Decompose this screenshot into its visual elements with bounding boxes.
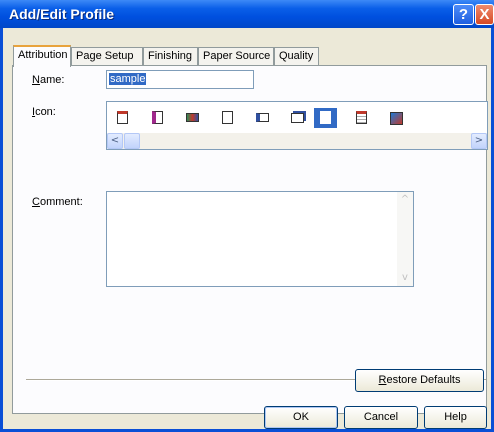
tab-attribution[interactable]: Attribution: [13, 45, 71, 67]
multi-page-icon[interactable]: [251, 108, 274, 128]
color-page-icon[interactable]: [181, 108, 204, 128]
scroll-up-icon[interactable]: ^: [397, 192, 413, 208]
icon-label: Icon:: [32, 106, 56, 118]
tab-paper-source[interactable]: Paper Source: [198, 47, 274, 65]
a4-page-icon[interactable]: [314, 108, 337, 128]
text-page-icon[interactable]: [350, 108, 373, 128]
scroll-thumb[interactable]: [124, 133, 140, 149]
color-graphic-icon[interactable]: [385, 108, 408, 128]
scroll-right-icon[interactable]: >: [471, 133, 487, 149]
name-input-value: sample: [109, 73, 147, 85]
name-input[interactable]: sample: [106, 70, 254, 89]
icon-list[interactable]: < >: [106, 101, 488, 150]
dialog-client-area: Attribution Page Setup Finishing Paper S…: [3, 28, 491, 429]
comment-vertical-scrollbar[interactable]: ^ v: [397, 192, 413, 286]
plain-page-icon[interactable]: [216, 108, 239, 128]
close-icon[interactable]: X: [475, 4, 494, 25]
title-bar[interactable]: Add/Edit Profile ? X: [0, 0, 494, 28]
booklet-page-icon[interactable]: [146, 108, 169, 128]
restore-defaults-button[interactable]: Restore Defaults: [355, 369, 484, 392]
icon-horizontal-scrollbar[interactable]: < >: [107, 133, 487, 149]
tab-page-setup[interactable]: Page Setup: [71, 47, 143, 65]
scroll-left-icon[interactable]: <: [107, 133, 123, 149]
portrait-page-icon[interactable]: [111, 108, 134, 128]
dialog-window: Add/Edit Profile ? X Attribution Page Se…: [0, 0, 494, 432]
tab-quality[interactable]: Quality: [274, 47, 319, 65]
ok-button[interactable]: OK: [264, 406, 338, 429]
window-title: Add/Edit Profile: [9, 6, 114, 22]
cancel-button[interactable]: Cancel: [344, 406, 418, 429]
scroll-down-icon[interactable]: v: [397, 270, 413, 286]
help-button[interactable]: Help: [424, 406, 487, 429]
comment-label: Comment:: [32, 196, 83, 208]
comment-textarea[interactable]: ^ v: [106, 191, 414, 287]
tab-finishing[interactable]: Finishing: [143, 47, 198, 65]
name-label: Name:: [32, 74, 65, 86]
stacked-pages-icon[interactable]: [286, 108, 309, 128]
help-icon[interactable]: ?: [453, 4, 474, 25]
